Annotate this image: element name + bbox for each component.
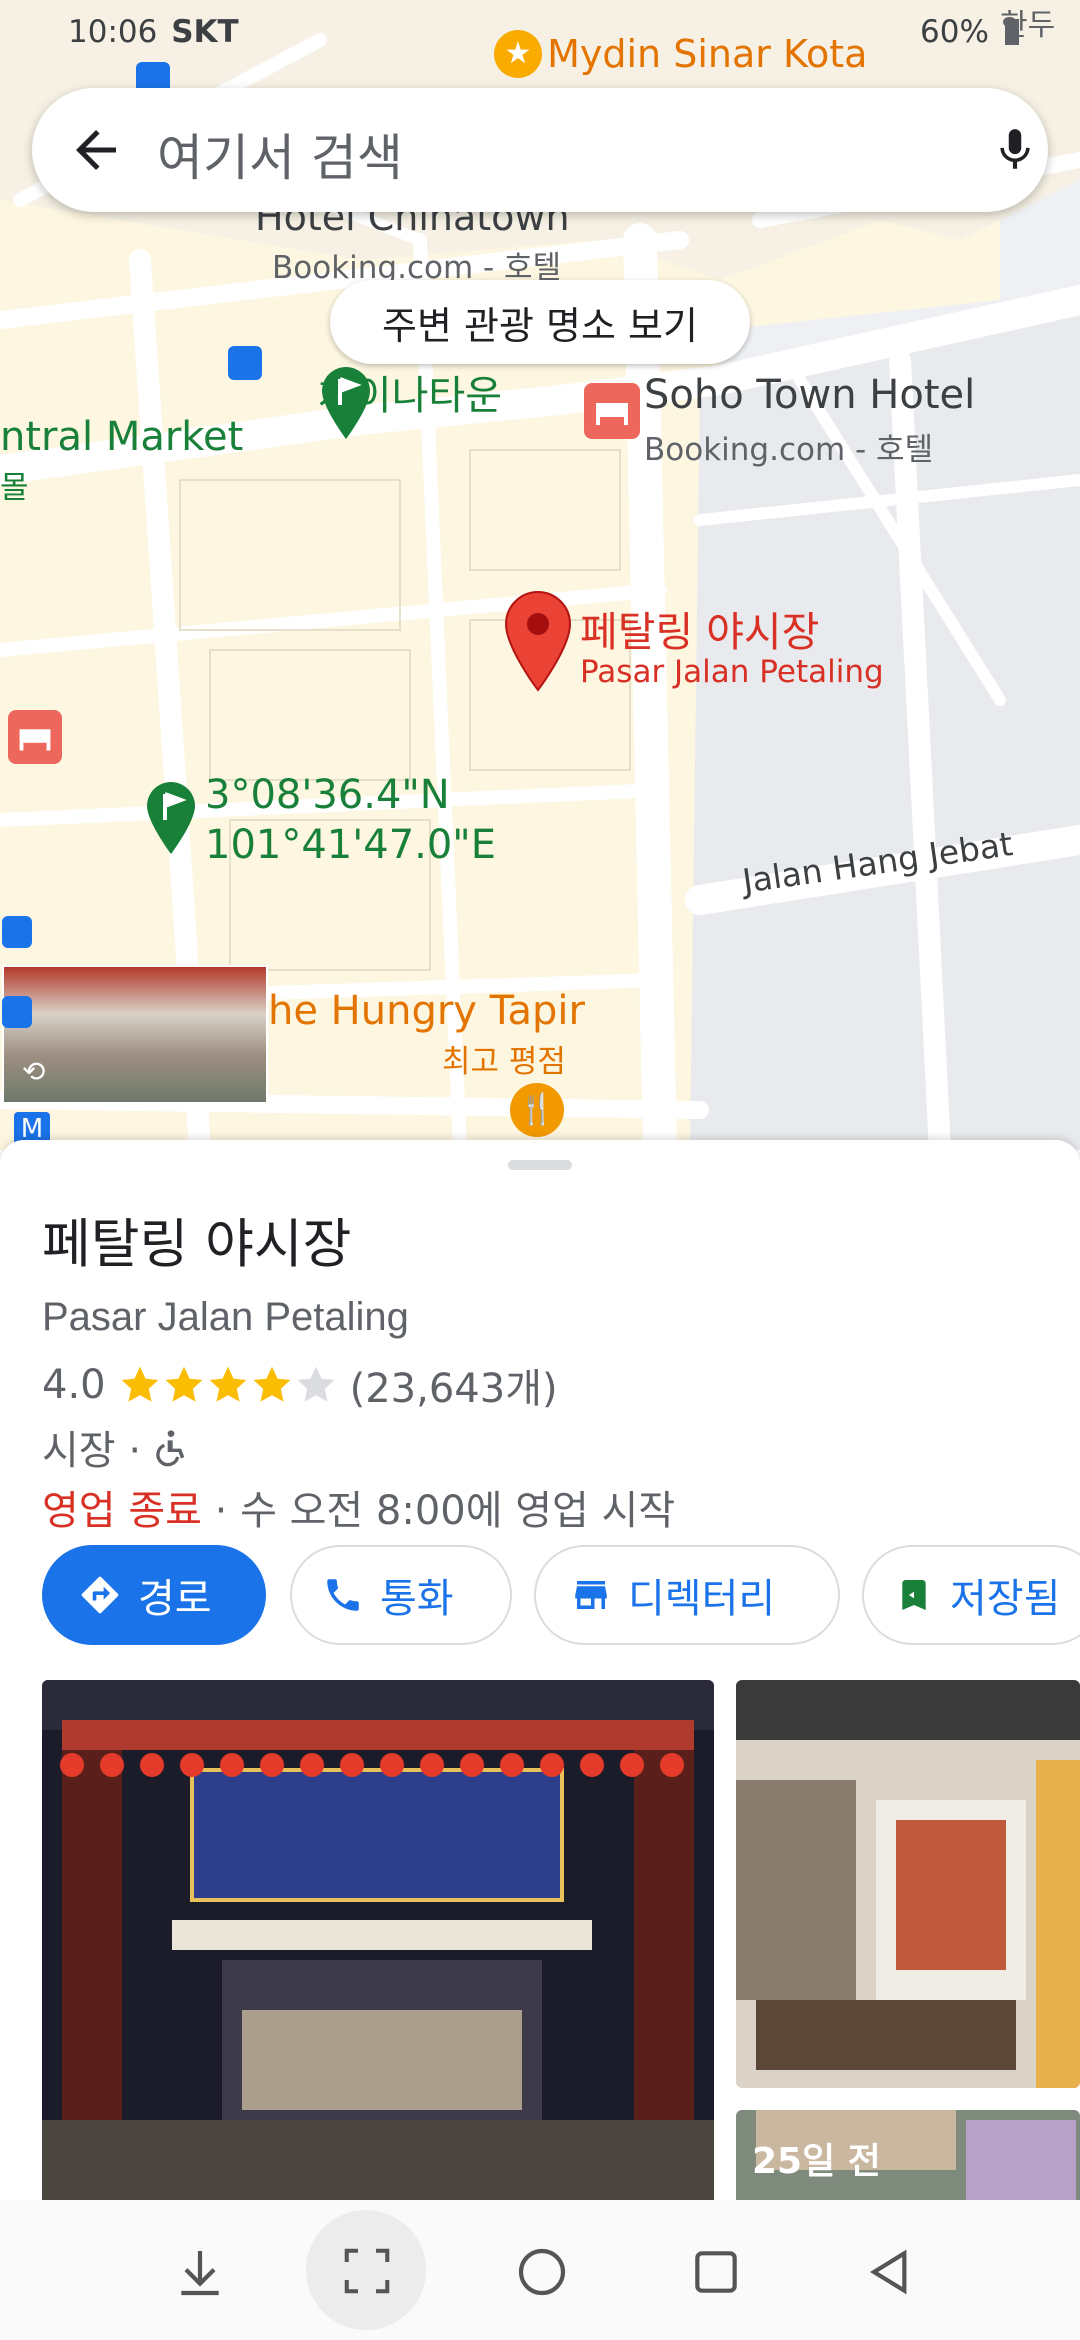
star-icon	[165, 1366, 202, 1402]
system-navigation-bar	[0, 2200, 1080, 2340]
photo-jalan-petaling-gate	[42, 1680, 714, 2212]
directions-button[interactable]: 경로	[42, 1545, 266, 1645]
place-rating[interactable]: 4.0 (23,643개)	[42, 1356, 558, 1414]
photo-shop-interior-image	[736, 1680, 1080, 2088]
back-arrow-icon[interactable]	[66, 120, 126, 180]
poi-soho-hotel[interactable]: Soho Town Hotel	[644, 372, 975, 418]
store-icon	[575, 1581, 607, 1609]
search-input[interactable]: 여기서 검색	[157, 118, 403, 190]
back-nav-icon[interactable]	[860, 2244, 916, 2300]
poi-central-market[interactable]: ntral Market	[0, 414, 243, 460]
photo-main[interactable]	[42, 1680, 714, 2212]
poi-chinatown[interactable]: 차이나타운	[318, 363, 502, 439]
photo-shop-interior[interactable]	[736, 1680, 1080, 2088]
star-empty-icon	[297, 1366, 334, 1402]
coordinates-label[interactable]: 3°08'36.4"N 101°41'47.0"E	[205, 770, 496, 870]
rating-value: 4.0	[42, 1362, 106, 1408]
star-icon	[121, 1366, 158, 1402]
saved-label: 저장됨	[950, 1576, 1061, 1622]
screen-capture-icon[interactable]	[340, 2244, 394, 2298]
bus-stop-icon-left[interactable]	[2, 916, 32, 948]
call-button[interactable]: 통화	[290, 1545, 512, 1645]
poi-mydin[interactable]: ★ Mydin Sinar Kota	[494, 30, 867, 78]
poi-central-market-sub: 몰	[0, 470, 29, 506]
directory-button[interactable]: 디렉터리	[534, 1545, 840, 1645]
rotate-360-icon: ⟲	[22, 1055, 46, 1088]
hide-nav-icon[interactable]	[172, 2244, 228, 2300]
next-open-time: · 수 오전 8:00에 영업 시작	[201, 1488, 676, 1534]
street-view-thumbnail[interactable]: ⟲	[2, 965, 268, 1104]
directions-label: 경로	[138, 1576, 212, 1622]
selected-place-pin-icon[interactable]	[503, 590, 573, 692]
map-label-corner: 한두	[1000, 8, 1056, 43]
photo-recent[interactable]: 25일 전	[736, 2110, 1080, 2212]
map-view[interactable]: 10:06 SKT 60% 한두 ★ Mydin Sinar Kota Hote…	[0, 0, 1080, 1150]
status-carrier: SKT	[171, 14, 239, 50]
saved-flag-icon	[902, 1580, 926, 1610]
closed-status: 영업 종료	[42, 1488, 202, 1534]
dropped-flag-icon[interactable]	[143, 778, 199, 856]
saved-button[interactable]: 저장됨	[862, 1545, 1080, 1645]
poi-hungry-tapir-sub: 최고 평점	[442, 1044, 566, 1080]
nearby-attractions-chip[interactable]: 주변 관광 명소 보기	[330, 280, 750, 364]
wheelchair-icon	[156, 1430, 185, 1467]
poi-mydin-label: Mydin Sinar Kota	[547, 32, 868, 76]
poi-soho-hotel-sub: Booking.com - 호텔	[644, 432, 934, 468]
bus-stop-icon[interactable]	[228, 346, 262, 380]
place-title: 페탈링 야시장	[42, 1214, 352, 1275]
recent-apps-icon[interactable]	[688, 2244, 744, 2300]
flag-pin-icon	[322, 367, 370, 439]
rating-stars	[118, 1363, 338, 1407]
category-label: 시장 ·	[42, 1428, 142, 1474]
search-bar[interactable]: 여기서 검색	[32, 88, 1048, 212]
star-poi-icon: ★	[494, 30, 542, 78]
coordinates-lng: 101°41'47.0"E	[205, 822, 496, 868]
status-time: 10:06 SKT	[68, 14, 239, 50]
coordinates-lat: 3°08'36.4"N	[205, 772, 450, 818]
place-subtitle: Pasar Jalan Petaling	[42, 1295, 409, 1339]
pin-place-name: 페탈링 야시장	[580, 608, 820, 656]
sheet-drag-handle[interactable]	[508, 1160, 572, 1170]
pin-place-name-sub: Pasar Jalan Petaling	[580, 654, 884, 690]
home-icon[interactable]	[514, 2244, 570, 2300]
directions-icon	[81, 1576, 119, 1614]
call-label: 통화	[380, 1576, 454, 1622]
review-count: (23,643개)	[349, 1366, 558, 1412]
hotel-icon[interactable]	[584, 383, 640, 439]
photo-age-badge: 25일 전	[752, 2141, 881, 2182]
restaurant-icon[interactable]: 🍴	[510, 1083, 564, 1137]
place-category: 시장 ·	[42, 1418, 191, 1476]
star-icon	[209, 1366, 246, 1402]
bus-stop-icon-left-2[interactable]	[2, 996, 32, 1028]
mic-icon[interactable]	[990, 118, 1040, 182]
place-sheet: 페탈링 야시장 Pasar Jalan Petaling 4.0 (23,643…	[0, 1140, 1080, 2212]
opening-hours[interactable]: 영업 종료 · 수 오전 8:00에 영업 시작	[42, 1478, 675, 1536]
star-icon	[253, 1366, 290, 1402]
hotel-icon-left[interactable]	[8, 710, 62, 764]
directory-label: 디렉터리	[628, 1576, 776, 1622]
poi-hungry-tapir[interactable]: he Hungry Tapir	[268, 988, 585, 1034]
phone-icon	[327, 1579, 359, 1611]
